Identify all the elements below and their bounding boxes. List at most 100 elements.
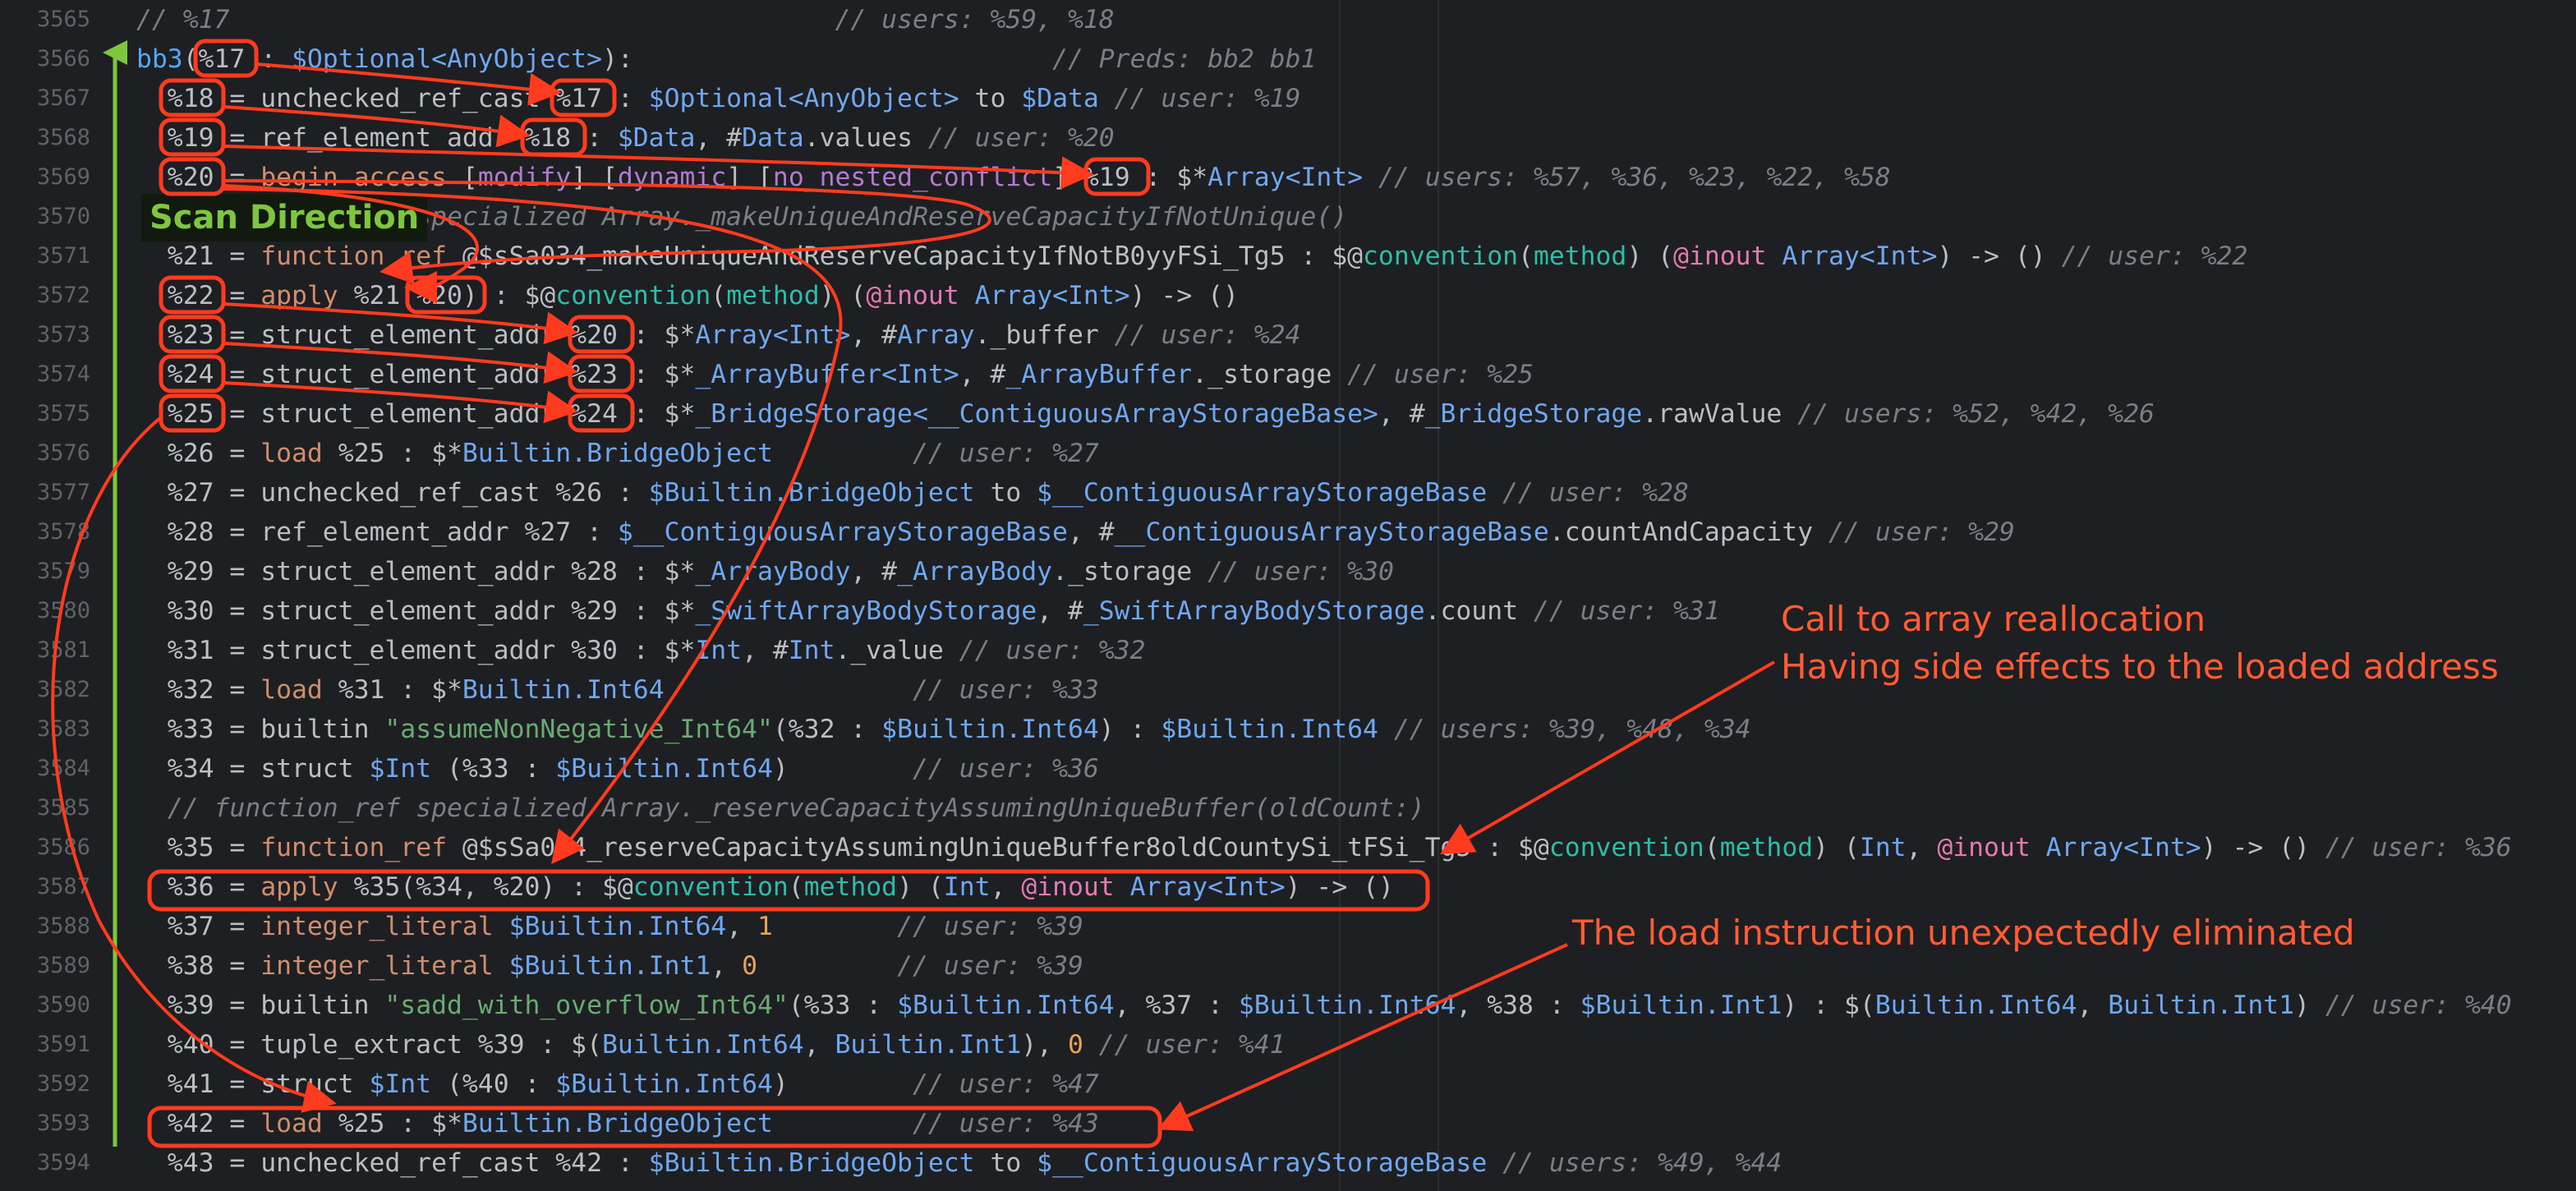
line-number: 3584 — [36, 756, 90, 781]
code-token: $Builtin.Int1 — [508, 951, 711, 981]
code-token: load — [260, 1109, 323, 1138]
code-line[interactable]: 3565 // %17 // users: %59, %18 — [0, 0, 2576, 39]
code-token: %42 = — [136, 1109, 261, 1138]
code-token: ) ( — [819, 281, 867, 310]
code-token: method — [803, 872, 898, 902]
code-token: ._storage — [1192, 360, 1348, 389]
code-text: // %17 // users: %59, %18 — [136, 0, 1115, 39]
code-token: %18 = unchecked_ref_cast %17 : — [136, 84, 649, 113]
code-token: Array<Int> — [1208, 163, 1364, 192]
code-token: // users: %59, %18 — [835, 5, 1115, 34]
code-token: $Int — [369, 1069, 432, 1099]
code-token: (%32 : — [772, 715, 882, 744]
code-token: %26 = — [136, 439, 261, 468]
code-line[interactable]: 3571 %21 = function_ref @$sSa034_makeUni… — [0, 237, 2576, 276]
code-token: Data — [742, 123, 804, 153]
code-line[interactable]: 3568 %19 = ref_element_addr %18 : $Data,… — [0, 118, 2576, 158]
code-token: ( — [711, 281, 727, 310]
code-text: %38 = integer_literal $Builtin.Int1, 0 /… — [136, 946, 1083, 986]
code-token: to — [974, 1148, 1037, 1178]
code-token: .count — [1424, 596, 1534, 626]
code-line[interactable]: 3578 %28 = ref_element_addr %27 : $__Con… — [0, 513, 2576, 552]
code-token: ) -> () — [1285, 872, 1394, 902]
code-text: %25 = struct_element_addr %24 : $*_Bridg… — [136, 394, 2155, 434]
code-text: %20 = begin_access [modify] [dynamic] [n… — [136, 158, 1891, 197]
code-token: , %38 : — [1456, 991, 1580, 1020]
code-token: // user: %41 — [1098, 1030, 1286, 1060]
code-line[interactable]: 3586 %35 = function_ref @$sSa034_reserve… — [0, 828, 2576, 867]
line-number: 3574 — [36, 361, 90, 387]
code-line[interactable]: 3593 %42 = load %25 : $*Builtin.BridgeOb… — [0, 1104, 2576, 1143]
code-text: %40 = tuple_extract %39 : $(Builtin.Int6… — [136, 1025, 1286, 1065]
code-token: // user: %33 — [912, 675, 1099, 705]
code-token: $Builtin.Int64 — [1238, 991, 1456, 1020]
code-token: Array<Int> — [695, 320, 851, 350]
code-token: ), — [1021, 1030, 1068, 1060]
code-line[interactable]: 3566 bb3(%17 : $Optional<AnyObject>): // … — [0, 39, 2576, 79]
code-token: load — [260, 439, 323, 468]
code-text: %36 = apply %35(%34, %20) : $@convention… — [136, 867, 1394, 907]
code-token: Builtin.Int64 — [601, 1030, 804, 1060]
code-token: %21(%20) : $@ — [338, 281, 556, 310]
code-line[interactable]: 3594 %43 = unchecked_ref_cast %42 : $Bui… — [0, 1143, 2576, 1183]
code-token: , # — [959, 360, 1006, 389]
code-text: %23 = struct_element_addr %20 : $*Array<… — [136, 315, 1301, 355]
code-token: ( — [1518, 241, 1534, 271]
code-line[interactable]: 3569 %20 = begin_access [modify] [dynami… — [0, 158, 2576, 197]
code-token: Int — [788, 636, 835, 665]
code-token: %22 = — [136, 281, 261, 310]
code-token: %38 = — [136, 951, 261, 981]
code-line[interactable]: 3576 %26 = load %25 : $*Builtin.BridgeOb… — [0, 434, 2576, 473]
code-line[interactable]: 3592 %41 = struct $Int (%40 : $Builtin.I… — [0, 1065, 2576, 1104]
code-token: @$sSa034_makeUniqueAndReserveCapacityIfN… — [447, 241, 1364, 271]
code-line[interactable]: 3590 %39 = builtin "sadd_with_overflow_I… — [0, 986, 2576, 1025]
code-text: %18 = unchecked_ref_cast %17 : $Optional… — [136, 79, 1301, 118]
code-token: // users: %39, %48, %34 — [1393, 715, 1751, 744]
code-line[interactable]: 3591 %40 = tuple_extract %39 : $(Builtin… — [0, 1025, 2576, 1065]
code-line[interactable]: 3585 // function_ref specialized Array._… — [0, 789, 2576, 828]
code-line[interactable]: 3579 %29 = struct_element_addr %28 : $*_… — [0, 552, 2576, 591]
code-token: , — [990, 872, 1022, 902]
code-token: %28 = ref_element_addr %27 : — [136, 517, 618, 547]
code-token: %36 = — [136, 872, 261, 902]
code-line[interactable]: 3584 %34 = struct $Int (%33 : $Builtin.I… — [0, 749, 2576, 789]
code-token: _ArrayBuffer — [1005, 360, 1193, 389]
code-token: Builtin.BridgeObject — [462, 1109, 773, 1138]
code-token: $__ContiguousArrayStorageBase — [1037, 478, 1488, 508]
code-token: $Builtin.Int64 — [555, 754, 773, 784]
code-line[interactable]: 3572 %22 = apply %21(%20) : $@convention… — [0, 276, 2576, 315]
code-line[interactable]: 3575 %25 = struct_element_addr %24 : $*_… — [0, 394, 2576, 434]
code-token: bb3 — [136, 44, 183, 74]
code-token: 1 — [757, 912, 773, 941]
line-number: 3567 — [36, 85, 90, 111]
code-token: Builtin.Int64 — [1874, 991, 2077, 1020]
code-token: ) : — [1098, 715, 1162, 744]
code-token: , # — [1037, 596, 1083, 626]
code-line[interactable]: 3574 %24 = struct_element_addr %23 : $*_… — [0, 355, 2576, 394]
code-line[interactable]: 3567 %18 = unchecked_ref_cast %17 : $Opt… — [0, 79, 2576, 118]
code-token: $Int — [369, 754, 432, 784]
code-token: , # — [850, 320, 898, 350]
code-line[interactable]: 3587 %36 = apply %35(%34, %20) : $@conve… — [0, 867, 2576, 907]
line-number: 3571 — [36, 243, 90, 269]
code-line[interactable]: 3577 %27 = unchecked_ref_cast %26 : $Bui… — [0, 473, 2576, 513]
code-token: %30 = struct_element_addr %29 : $* — [136, 596, 696, 626]
code-token: (%17 : — [182, 44, 292, 74]
code-token: ) : $( — [1782, 991, 1875, 1020]
code-editor[interactable]: 3565 // %17 // users: %59, %18 3566 bb3(%17… — [0, 0, 2576, 1191]
code-token: , # — [850, 557, 898, 586]
code-token: , # — [742, 636, 789, 665]
code-line[interactable]: 3573 %23 = struct_element_addr %20 : $*A… — [0, 315, 2576, 355]
code-token: integer_literal — [260, 951, 494, 981]
code-token: @inout — [1937, 833, 2031, 862]
code-token: %32 = — [136, 675, 261, 705]
code-token: dynamic — [617, 163, 727, 192]
code-token: _ArrayBuffer<Int> — [695, 360, 959, 389]
code-line[interactable]: 3583 %33 = builtin "assumeNonNegative_In… — [0, 710, 2576, 749]
code-token: // user: %22 — [2061, 241, 2248, 271]
code-token: "sadd_with_overflow_Int64" — [384, 991, 789, 1020]
